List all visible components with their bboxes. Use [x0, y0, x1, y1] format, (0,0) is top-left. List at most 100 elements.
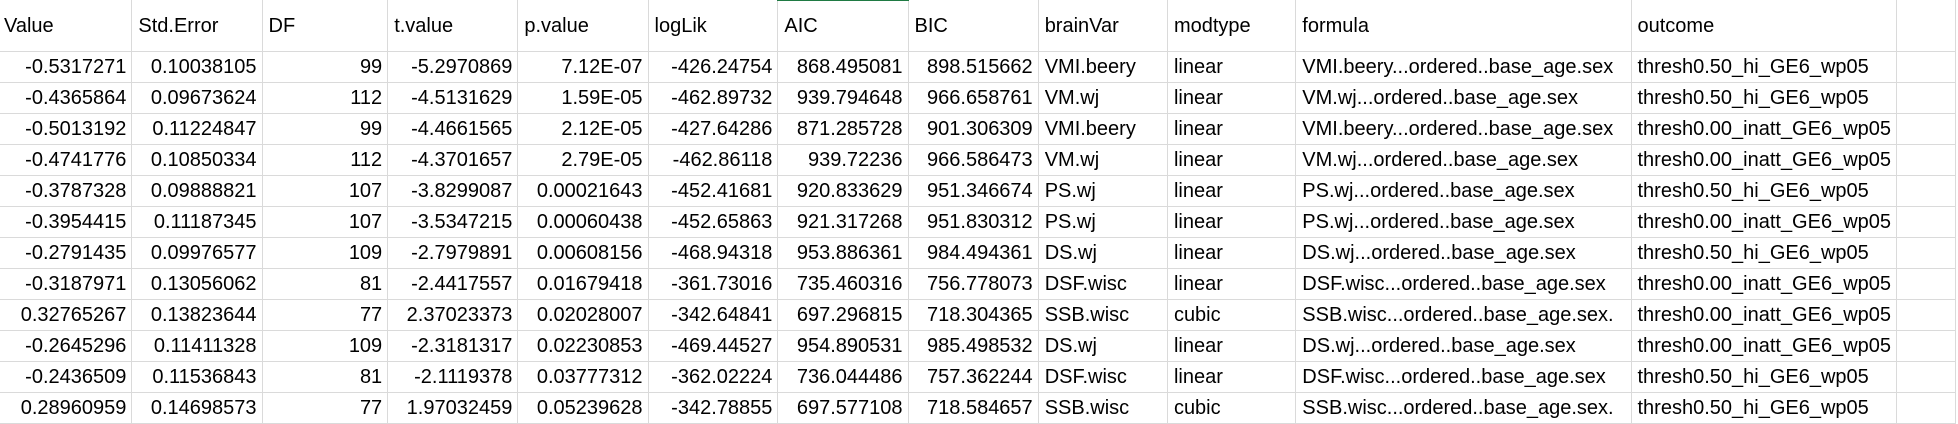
table-cell[interactable]: 954.890531	[777, 330, 909, 362]
table-cell[interactable]: 0.00060438	[517, 206, 649, 238]
table-cell[interactable]	[1896, 392, 1956, 424]
table-cell[interactable]: -2.7979891	[387, 237, 519, 269]
table-cell[interactable]: 107	[262, 175, 389, 207]
table-cell[interactable]: 0.09976577	[131, 237, 263, 269]
column-header-cell[interactable]: p.value	[517, 0, 649, 52]
table-cell[interactable]: -0.4365864	[0, 82, 133, 114]
column-header-cell[interactable]: BIC	[908, 0, 1039, 52]
column-header-cell[interactable]: logLik	[648, 0, 779, 52]
table-cell[interactable]: 0.03777312	[517, 361, 649, 393]
table-cell[interactable]: linear	[1167, 268, 1297, 300]
table-cell[interactable]: VM.wj...ordered..base_age.sex	[1295, 82, 1632, 114]
table-cell[interactable]: -462.86118	[648, 144, 779, 176]
table-cell[interactable]: 920.833629	[777, 175, 909, 207]
table-cell[interactable]: 984.494361	[908, 237, 1039, 269]
column-header-cell[interactable]: outcome	[1631, 0, 1898, 52]
table-cell[interactable]: -4.4661565	[387, 113, 519, 145]
table-cell[interactable]: DS.wj	[1038, 330, 1168, 362]
column-header-cell[interactable]: Value	[0, 0, 133, 52]
table-cell[interactable]: 901.306309	[908, 113, 1039, 145]
table-cell[interactable]: 77	[262, 299, 389, 331]
table-cell[interactable]: 0.09888821	[131, 175, 263, 207]
column-header-cell[interactable]: brainVar	[1038, 0, 1168, 52]
table-cell[interactable]: -362.02224	[648, 361, 779, 393]
table-cell[interactable]: SSB.wisc	[1038, 299, 1168, 331]
table-cell[interactable]: -426.24754	[648, 51, 779, 83]
table-cell[interactable]: thresh0.00_inatt_GE6_wp05	[1631, 144, 1898, 176]
column-header-cell[interactable]: AIC	[777, 0, 909, 52]
table-cell[interactable]: 756.778073	[908, 268, 1039, 300]
table-cell[interactable]: 1.97032459	[387, 392, 519, 424]
table-cell[interactable]: 2.37023373	[387, 299, 519, 331]
table-cell[interactable]: PS.wj	[1038, 175, 1168, 207]
table-cell[interactable]: 697.577108	[777, 392, 909, 424]
table-cell[interactable]: 898.515662	[908, 51, 1039, 83]
table-cell[interactable]	[1896, 51, 1956, 83]
table-cell[interactable]: 81	[262, 361, 389, 393]
table-cell[interactable]: 736.044486	[777, 361, 909, 393]
table-cell[interactable]: thresh0.00_inatt_GE6_wp05	[1631, 268, 1898, 300]
table-cell[interactable]: linear	[1167, 51, 1297, 83]
table-cell[interactable]: linear	[1167, 237, 1297, 269]
table-cell[interactable]	[1896, 237, 1956, 269]
table-cell[interactable]: SSB.wisc...ordered..base_age.sex.	[1295, 299, 1632, 331]
table-cell[interactable]: 697.296815	[777, 299, 909, 331]
table-cell[interactable]: 718.584657	[908, 392, 1039, 424]
table-cell[interactable]: linear	[1167, 144, 1297, 176]
table-cell[interactable]: 0.10850334	[131, 144, 263, 176]
table-cell[interactable]: thresh0.50_hi_GE6_wp05	[1631, 51, 1898, 83]
table-cell[interactable]	[1896, 144, 1956, 176]
table-cell[interactable]: 0.02230853	[517, 330, 649, 362]
table-cell[interactable]: 0.11187345	[131, 206, 263, 238]
table-cell[interactable]: linear	[1167, 361, 1297, 393]
table-cell[interactable]	[1896, 268, 1956, 300]
table-cell[interactable]: PS.wj...ordered..base_age.sex	[1295, 206, 1632, 238]
table-cell[interactable]	[1896, 206, 1956, 238]
column-header-cell[interactable]: modtype	[1167, 0, 1297, 52]
table-cell[interactable]: cubic	[1167, 299, 1297, 331]
table-cell[interactable]: 0.00608156	[517, 237, 649, 269]
table-cell[interactable]: -0.2791435	[0, 237, 133, 269]
table-cell[interactable]: PS.wj	[1038, 206, 1168, 238]
table-cell[interactable]: 107	[262, 206, 389, 238]
table-cell[interactable]: 966.658761	[908, 82, 1039, 114]
column-header-cell[interactable]: DF	[262, 0, 389, 52]
table-cell[interactable]: VM.wj	[1038, 82, 1168, 114]
table-cell[interactable]: DSF.wisc	[1038, 361, 1168, 393]
table-cell[interactable]: 112	[262, 144, 389, 176]
table-cell[interactable]: -0.4741776	[0, 144, 133, 176]
table-cell[interactable]: -342.64841	[648, 299, 779, 331]
table-cell[interactable]: 953.886361	[777, 237, 909, 269]
table-cell[interactable]: -452.65863	[648, 206, 779, 238]
table-cell[interactable]: 868.495081	[777, 51, 909, 83]
table-cell[interactable]: -4.3701657	[387, 144, 519, 176]
table-cell[interactable]	[1896, 361, 1956, 393]
table-cell[interactable]: 735.460316	[777, 268, 909, 300]
table-cell[interactable]: VMI.beery...ordered..base_age.sex	[1295, 51, 1632, 83]
table-cell[interactable]: -4.5131629	[387, 82, 519, 114]
table-cell[interactable]: DS.wj...ordered..base_age.sex	[1295, 237, 1632, 269]
table-cell[interactable]: 0.02028007	[517, 299, 649, 331]
table-cell[interactable]: 109	[262, 330, 389, 362]
table-cell[interactable]: -468.94318	[648, 237, 779, 269]
table-cell[interactable]: -3.8299087	[387, 175, 519, 207]
table-cell[interactable]: VM.wj	[1038, 144, 1168, 176]
column-header-cell[interactable]: Std.Error	[131, 0, 263, 52]
table-cell[interactable]: thresh0.50_hi_GE6_wp05	[1631, 175, 1898, 207]
table-cell[interactable]: -342.78855	[648, 392, 779, 424]
table-cell[interactable]	[1896, 330, 1956, 362]
table-cell[interactable]: VMI.beery	[1038, 113, 1168, 145]
table-cell[interactable]: thresh0.50_hi_GE6_wp05	[1631, 82, 1898, 114]
table-cell[interactable]: VMI.beery	[1038, 51, 1168, 83]
table-cell[interactable]: 99	[262, 113, 389, 145]
table-cell[interactable]: 1.59E-05	[517, 82, 649, 114]
table-cell[interactable]: 0.11536843	[131, 361, 263, 393]
table-cell[interactable]: DS.wj	[1038, 237, 1168, 269]
table-cell[interactable]	[1896, 82, 1956, 114]
table-cell[interactable]: 921.317268	[777, 206, 909, 238]
table-cell[interactable]: 0.28960959	[0, 392, 133, 424]
table-cell[interactable]: 0.10038105	[131, 51, 263, 83]
table-cell[interactable]	[1896, 175, 1956, 207]
table-cell[interactable]: linear	[1167, 206, 1297, 238]
table-cell[interactable]: thresh0.00_inatt_GE6_wp05	[1631, 206, 1898, 238]
